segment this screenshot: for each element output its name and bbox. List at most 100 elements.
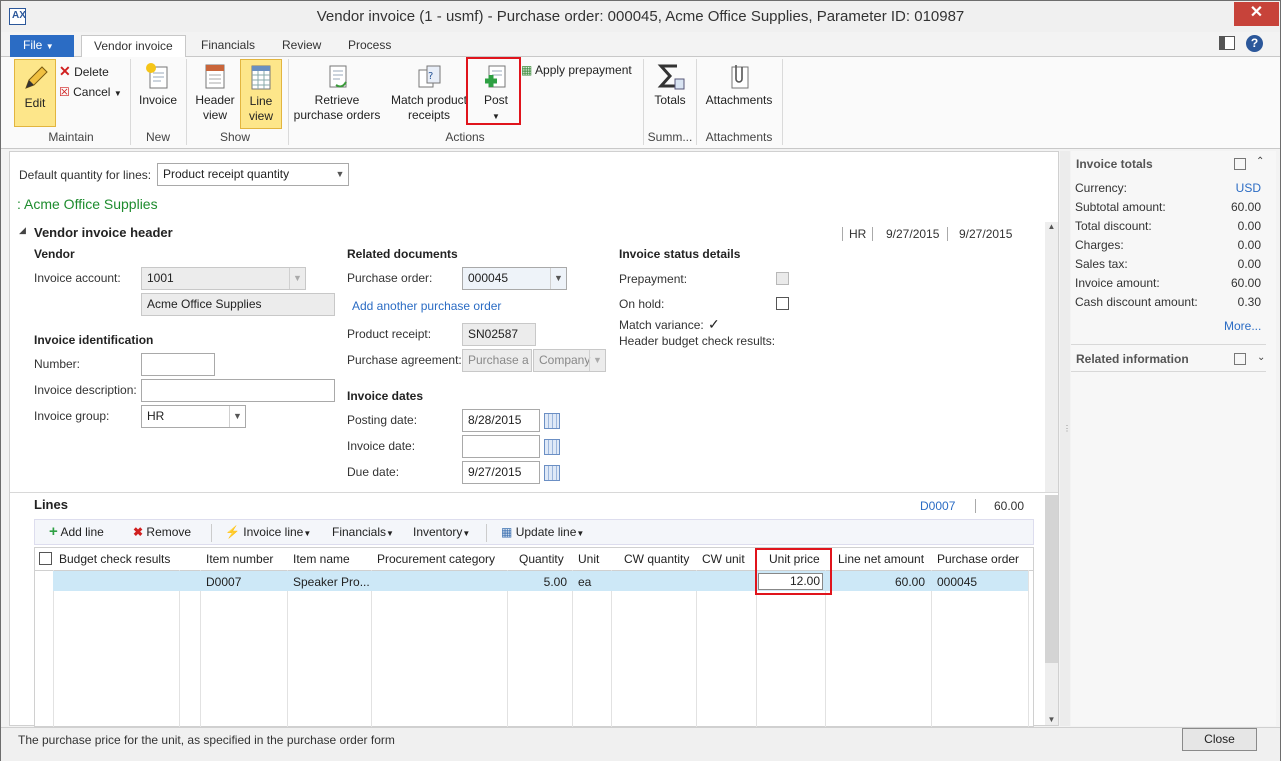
currency-value[interactable]: USD [1236,181,1261,195]
lines-scrollbar[interactable]: ▼ [1045,495,1058,725]
apply-prepayment-button[interactable]: ▦ Apply prepayment [521,60,632,80]
cancel-button[interactable]: ☒ Cancel ▼ [59,82,122,102]
header-summary-date1: 9/27/2015 [886,227,949,241]
inventory-label: Inventory [413,525,463,539]
on-hold-label: On hold: [619,297,665,311]
line-view-button[interactable]: Line view [240,59,282,129]
on-hold-checkbox[interactable] [776,297,789,310]
prepayment-label: Prepayment: [619,272,688,286]
default-qty-select[interactable]: Product receipt quantity ▼ [157,163,349,186]
chevron-down-icon: ▼ [289,268,305,289]
header-view-label-1: Header [195,93,235,107]
new-invoice-button[interactable]: Invoice [137,61,179,108]
cell-item-name[interactable]: Speaker Pro... [293,572,370,592]
col-line-net-amount[interactable]: Line net amount [838,548,924,570]
invoice-status-title: Invoice status details [619,247,741,261]
subtotal-value: 60.00 [1230,200,1261,214]
purchase-order-value: 000045 [468,271,509,285]
select-all-checkbox[interactable] [39,552,52,565]
col-cw-quantity[interactable]: CW quantity [624,548,689,570]
totals-button[interactable]: Totals [649,61,691,108]
update-line-menu[interactable]: ▦ Update line▼ [501,522,584,542]
calendar-icon[interactable] [544,465,560,481]
col-purchase-order[interactable]: Purchase order [937,548,1019,570]
add-purchase-order-link[interactable]: Add another purchase order [352,299,501,313]
purchase-order-select[interactable]: 000045 ▼ [462,267,567,290]
more-link[interactable]: More... [1224,319,1261,333]
lines-summary-item[interactable]: D0007 [920,499,977,513]
charges-label: Charges: [1075,238,1124,252]
add-line-label: Add line [60,525,104,539]
col-cw-unit[interactable]: CW unit [702,548,745,570]
cell-item-number[interactable]: D0007 [206,572,241,592]
lines-title: Lines [34,497,68,512]
col-quantity[interactable]: Quantity [519,548,564,570]
factbox-divider [1071,371,1266,372]
invoice-account-label: Invoice account: [34,271,121,285]
close-button[interactable]: Close [1182,728,1257,751]
calendar-icon[interactable] [544,413,560,429]
col-procurement-category[interactable]: Procurement category [377,548,495,570]
calendar-icon[interactable] [544,439,560,455]
edit-button[interactable]: Edit [14,59,56,127]
add-line-button[interactable]: + Add line [49,522,104,542]
collapse-icon[interactable]: ◢ [19,225,26,236]
invoice-date-input[interactable] [462,435,540,458]
col-unit[interactable]: Unit [578,548,599,570]
group-label-summary: Summ... [647,130,693,144]
unit-price-highlight-box [755,548,832,595]
subtotal-label: Subtotal amount: [1075,200,1166,214]
delete-button[interactable]: ✕ Delete [59,61,109,81]
factbox-maximize-icon[interactable] [1234,353,1246,365]
attachments-button[interactable]: Attachments [703,61,775,108]
cell-quantity[interactable]: 5.00 [509,572,567,592]
invoice-group-value: HR [147,409,165,423]
cell-line-net-amount[interactable]: 60.00 [835,572,925,592]
tab-file[interactable]: File ▼ [10,35,74,57]
cash-discount-value: 0.30 [1237,295,1261,309]
financials-menu[interactable]: Financials▼ [332,522,394,542]
header-view-button[interactable]: Header view [193,61,237,123]
window-title: Vendor invoice (1 - usmf) - Purchase ord… [316,8,965,25]
cell-purchase-order[interactable]: 000045 [937,572,977,592]
factbox-maximize-icon[interactable] [1234,158,1246,170]
header-scrollbar[interactable]: ▲ [1045,222,1058,492]
close-window-button[interactable]: ✕ [1234,2,1279,26]
chevron-up-icon[interactable]: ⌃ [1256,156,1264,167]
invoice-group-select[interactable]: HR ▼ [141,405,246,428]
remove-label: Remove [146,525,192,539]
invoice-description-input[interactable] [141,379,335,402]
grid-line [931,570,932,728]
number-input[interactable] [141,353,215,376]
retrieve-label-1: Retrieve [314,93,360,107]
pane-splitter[interactable]: ⋮ [1060,151,1071,726]
scroll-down-icon[interactable]: ▼ [1045,715,1058,724]
match-product-receipts-button[interactable]: ? Match product receipts [387,61,471,123]
col-item-name[interactable]: Item name [293,548,350,570]
tab-process[interactable]: Process [336,35,403,57]
posting-date-label: Posting date: [347,413,418,427]
panel-toggle-icon[interactable] [1219,36,1235,50]
posting-date-input[interactable]: 8/28/2015 [462,409,540,432]
invoice-group-label: Invoice group: [34,409,110,423]
due-date-input[interactable]: 9/27/2015 [462,461,540,484]
cell-unit[interactable]: ea [578,572,591,592]
scroll-up-icon[interactable]: ▲ [1045,222,1058,231]
chevron-down-icon: ▼ [45,42,54,51]
inventory-menu[interactable]: Inventory▼ [413,522,470,542]
remove-button[interactable]: ✖ Remove [133,522,191,542]
invoice-line-menu[interactable]: ⚡ Invoice line▼ [225,522,311,542]
help-icon[interactable]: ? [1246,35,1263,52]
chevron-down-icon[interactable]: ⌄ [1257,352,1265,363]
retrieve-purchase-orders-button[interactable]: Retrieve purchase orders [291,61,383,123]
sigma-icon [657,64,685,90]
col-item-number[interactable]: Item number [206,548,273,570]
invoice-account-input[interactable]: 1001 ▼ [141,267,306,290]
scroll-thumb[interactable] [1045,495,1058,663]
tab-vendor-invoice[interactable]: Vendor invoice [81,35,186,58]
col-budget-check[interactable]: Budget check results [59,548,170,570]
tab-review[interactable]: Review [270,35,333,57]
tab-financials[interactable]: Financials [189,35,267,57]
currency-label: Currency: [1075,181,1128,195]
line-view-label-1: Line [249,94,273,108]
